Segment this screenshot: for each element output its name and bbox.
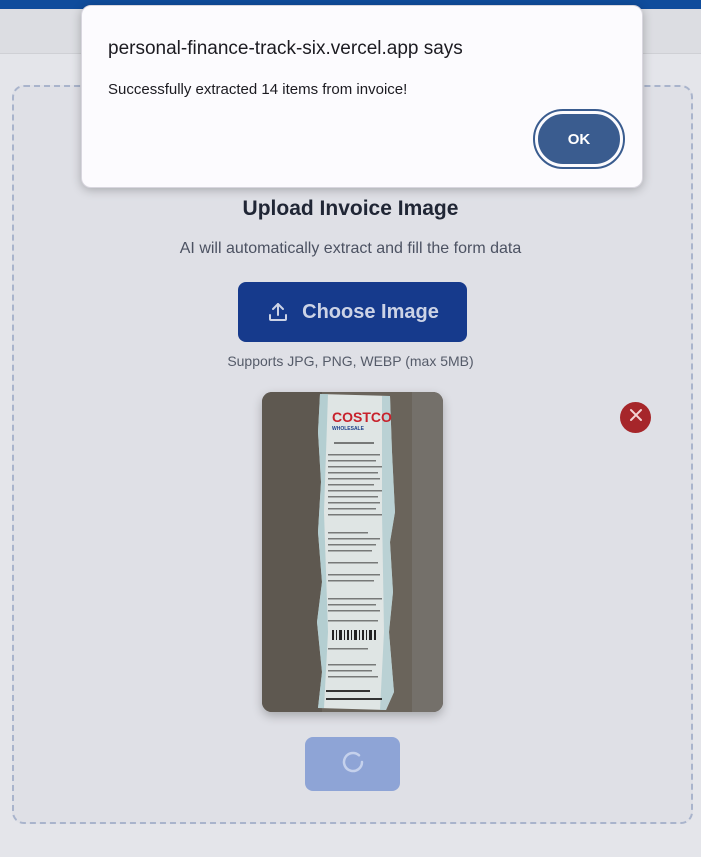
choose-image-label: Choose Image <box>302 300 439 323</box>
choose-image-button[interactable]: Choose Image <box>238 282 467 342</box>
remove-image-button[interactable] <box>620 402 651 433</box>
svg-text:WHOLESALE: WHOLESALE <box>332 426 365 432</box>
supported-formats-text: Supports JPG, PNG, WEBP (max 5MB) <box>227 353 474 369</box>
upload-title: Upload Invoice Image <box>242 197 459 220</box>
invoice-preview-image: COSTCO WHOLESALE <box>262 392 443 712</box>
upload-icon <box>266 300 290 324</box>
receipt-image: COSTCO WHOLESALE <box>262 392 443 712</box>
spinner-icon <box>340 749 366 780</box>
dialog-title: personal-finance-track-six.vercel.app sa… <box>108 38 463 59</box>
ok-button[interactable]: OK <box>533 109 625 169</box>
alert-dialog: personal-finance-track-six.vercel.app sa… <box>81 5 643 188</box>
svg-text:COSTCO: COSTCO <box>332 409 392 425</box>
dialog-message: Successfully extracted 14 items from inv… <box>108 81 408 98</box>
close-icon <box>629 408 643 427</box>
upload-subtitle: AI will automatically extract and fill t… <box>179 240 522 257</box>
extract-loading-button[interactable] <box>305 737 400 791</box>
